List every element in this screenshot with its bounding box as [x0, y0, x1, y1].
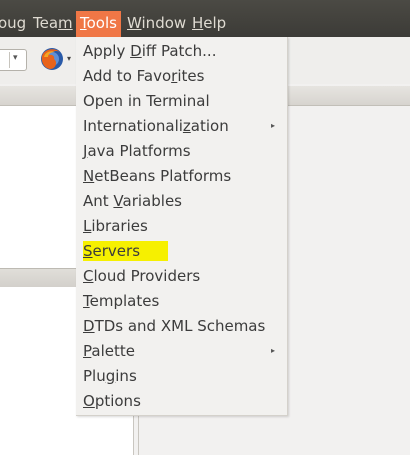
config-combo[interactable]: ▾ — [0, 49, 27, 71]
menu-window[interactable]: Window — [127, 14, 186, 32]
menu-debug[interactable]: oug — [0, 14, 26, 32]
firefox-icon[interactable] — [40, 47, 64, 71]
combo-separator — [9, 52, 10, 68]
menu-item-internationalization[interactable]: Internationalization — [83, 116, 229, 136]
submenu-arrow-icon: ▸ — [271, 346, 276, 355]
menu-item-options[interactable]: Options — [83, 391, 141, 411]
menu-item-templates[interactable]: Templates — [83, 291, 159, 311]
menu-item-netbeans-platforms[interactable]: NetBeans Platforms — [83, 166, 231, 186]
submenu-arrow-icon: ▸ — [271, 121, 276, 130]
chevron-down-icon: ▾ — [13, 53, 18, 63]
menu-item-open-in-terminal[interactable]: Open in Terminal — [83, 91, 210, 111]
tools-menu: Apply Diff Patch... Add to Favorites Ope… — [76, 37, 288, 416]
menu-item-cloud-providers[interactable]: Cloud Providers — [83, 266, 200, 286]
menu-item-add-to-favorites[interactable]: Add to Favorites — [83, 66, 204, 86]
menu-help[interactable]: Help — [192, 14, 226, 32]
firefox-dropdown-icon[interactable]: ▾ — [67, 54, 71, 63]
menu-item-libraries[interactable]: Libraries — [83, 216, 148, 236]
menu-item-apply-diff-patch[interactable]: Apply Diff Patch... — [83, 41, 216, 61]
menu-item-ant-variables[interactable]: Ant Variables — [83, 191, 182, 211]
menu-bar: oug Team Tools Window Help — [0, 0, 410, 37]
menu-item-plugins[interactable]: Plugins — [83, 366, 137, 386]
menu-item-servers[interactable]: Servers — [83, 241, 169, 261]
menu-tools[interactable]: Tools — [76, 11, 121, 37]
menu-item-java-platforms[interactable]: Java Platforms — [83, 141, 191, 161]
menu-team[interactable]: Team — [33, 14, 73, 32]
menu-item-dtds-and-xml-schemas[interactable]: DTDs and XML Schemas — [83, 316, 265, 336]
menu-item-palette[interactable]: Palette — [83, 341, 135, 361]
